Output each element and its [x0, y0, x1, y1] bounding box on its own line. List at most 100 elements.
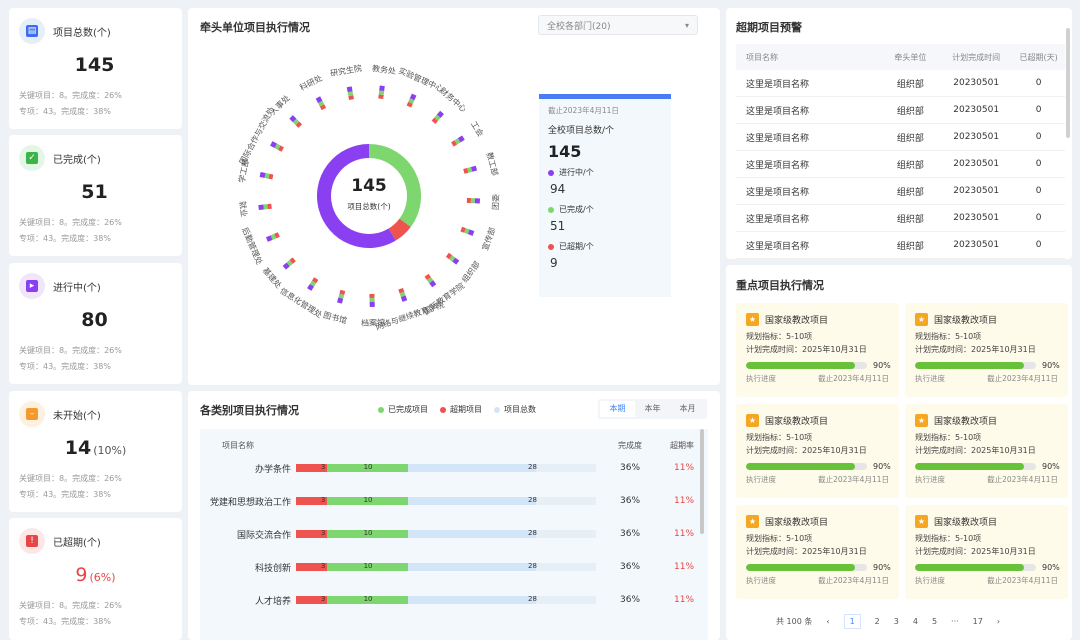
clipboard-icon-glyph: ▤: [26, 25, 38, 37]
tab-period[interactable]: 本期: [600, 401, 635, 417]
pagination-page[interactable]: 5: [932, 617, 937, 626]
stat-header: ▸ 进行中(个): [19, 273, 172, 299]
legend-dot: [494, 406, 500, 413]
progress-bar: 90%: [915, 462, 1060, 471]
in-progress-icon: ▸: [19, 273, 45, 299]
category-rate: 36%: [620, 595, 641, 605]
table-cell: 这里是项目名称: [746, 160, 810, 171]
dept-bar-segment: [346, 86, 353, 93]
bar-overdue-label: 3: [320, 595, 326, 603]
progress-track: [746, 362, 867, 369]
legend-label: 超期项目: [450, 405, 482, 414]
table-row[interactable]: 这里是项目名称 组织部 20230501 0: [736, 151, 1065, 178]
stat-special-line: 专项：43。完成度：38%: [19, 490, 111, 499]
stat-card: ✓ 已完成(个) 51 关键项目：8。完成度：26% 专项：43。完成度：38%: [9, 135, 182, 256]
pagination-page[interactable]: 1: [843, 614, 861, 629]
key-project-card[interactable]: ★ 国家级教改项目 规划指标：5-10项 计划完成时间：2025年10月31日 90% 执…: [905, 303, 1068, 397]
category-rate: 36%: [620, 496, 641, 506]
dept-bar-segment: [315, 96, 323, 104]
key-project-card[interactable]: ★ 国家级教改项目 规划指标：5-10项 计划完成时间：2025年10月31日 90% 执…: [736, 505, 899, 599]
table-row[interactable]: 这里是项目名称 组织部 20230501 0: [736, 97, 1065, 124]
legend-label: 项目总数: [504, 405, 536, 414]
pagination-page[interactable]: 3: [894, 617, 899, 626]
table-header: 项目名称 牵头单位 计划完成时间 已超期(天): [736, 44, 1065, 70]
scrollbar[interactable]: [700, 429, 704, 534]
key-project-card[interactable]: ★ 国家级教改项目 规划指标：5-10项 计划完成时间：2025年10月31日 90% 执…: [736, 404, 899, 498]
progress-fill: [746, 362, 855, 369]
overdue-icon: !: [19, 528, 45, 554]
donut-center-value: 145: [351, 176, 387, 196]
stat-number: 14: [64, 437, 92, 459]
chevron-left-icon[interactable]: ‹: [826, 617, 829, 626]
table-row[interactable]: 这里是项目名称 组织部 20230501 0: [736, 205, 1065, 232]
donut-segment: [388, 218, 411, 241]
table-header-cell: 牵头单位: [894, 52, 927, 62]
legend-item: 进行中/个 94: [548, 167, 662, 196]
legend-label: 已完成项目: [388, 405, 428, 414]
clipboard-icon: ▤: [19, 18, 45, 44]
stat-special-line: 专项：43。完成度：38%: [19, 107, 111, 116]
stat-key-line: 关键项目：8。完成度：26%: [19, 218, 122, 227]
key-project-deadline: 计划完成时间：2025年10月31日: [746, 547, 867, 556]
stat-number: 9: [75, 564, 88, 586]
table-row[interactable]: 这里是项目名称 组织部 20230501 0: [736, 178, 1065, 205]
dept-bar-segment: [424, 273, 431, 281]
category-overdue-rate: 11%: [674, 562, 695, 572]
bar-done-label: 10: [363, 595, 373, 603]
pagination-page[interactable]: ···: [951, 617, 959, 626]
key-project-title: ★ 国家级教改项目: [746, 310, 889, 328]
scrollbar[interactable]: [1066, 28, 1070, 138]
tab-period[interactable]: 本月: [670, 401, 705, 417]
progress-value: 90%: [873, 462, 891, 471]
key-project-card[interactable]: ★ 国家级教改项目 规划指标：5-10项 计划完成时间：2025年10月31日 90% 执…: [905, 505, 1068, 599]
table-row[interactable]: 这里是项目名称 组织部 20230501 0: [736, 124, 1065, 151]
tab-period[interactable]: 本年: [635, 401, 670, 417]
dept-bar-segment: [282, 262, 290, 270]
dept-bar-segment: [436, 110, 444, 118]
legend-date: 截止2023年4月11日: [548, 106, 619, 115]
stat-number: 145: [74, 54, 115, 76]
summary-legend: 截止2023年4月11日 全校项目总数/个 145 进行中/个 94 已完成/个 51…: [539, 94, 671, 297]
stat-key-line: 关键项目：8。完成度：26%: [19, 91, 122, 100]
table-cell: 0: [1035, 213, 1042, 223]
pagination-page[interactable]: 17: [973, 617, 983, 626]
dept-bar-segment: [379, 85, 385, 92]
dept-execution-panel: 牵头单位项目执行情况 全校各部门(20) ▾ 教务处 实验管理中心 财务中心 工会 教工…: [188, 8, 720, 385]
key-project-name: 国家级教改项目: [765, 517, 829, 528]
table-row[interactable]: 这里是项目名称 组织部 20230501 0: [736, 232, 1065, 259]
progress-date: 截止2023年4月11日: [818, 576, 889, 585]
table-header-cell: 项目名称: [746, 52, 778, 62]
category-bar: 3 10 28: [296, 562, 596, 571]
key-project-card[interactable]: ★ 国家级教改项目 规划指标：5-10项 计划完成时间：2025年10月31日 90% 执…: [905, 404, 1068, 498]
bar-total-label: 28: [528, 529, 537, 537]
progress-fill: [915, 463, 1024, 470]
bookmark-icon: ★: [915, 413, 928, 427]
col-over-header: 超期率: [670, 441, 694, 450]
progress-track: [746, 463, 867, 470]
key-project-footer: 执行进度 截止2023年4月11日: [915, 474, 1058, 485]
bar-total-label: 28: [528, 496, 537, 504]
table-cell: 组织部: [896, 241, 924, 252]
chevron-right-icon[interactable]: ›: [997, 617, 1000, 626]
key-project-card[interactable]: ★ 国家级教改项目 规划指标：5-10项 计划完成时间：2025年10月31日 90% 执…: [736, 303, 899, 397]
key-project-name: 国家级教改项目: [934, 517, 998, 528]
table-row[interactable]: 这里是项目名称 组织部 20230501 0: [736, 70, 1065, 97]
bookmark-icon: ★: [746, 312, 759, 326]
stat-header: – 未开始(个): [19, 401, 172, 427]
key-project-title: ★ 国家级教改项目: [746, 411, 889, 429]
progress-bar: 90%: [746, 563, 891, 572]
stat-value: 145: [19, 54, 172, 78]
progress-track: [915, 362, 1036, 369]
pagination-page[interactable]: 2: [875, 617, 880, 626]
progress-value: 90%: [873, 361, 891, 370]
category-rate: 36%: [620, 562, 641, 572]
stat-card: – 未开始(个) 14 (10%) 关键项目：8。完成度：26% 专项：43。完成度：38…: [9, 391, 182, 512]
table-cell: 组织部: [896, 133, 924, 144]
dept-bar-segment: [309, 280, 317, 287]
pagination-page[interactable]: 4: [913, 617, 918, 626]
bar-done-label: 10: [363, 529, 373, 537]
dept-bar-segment: [426, 277, 434, 284]
progress-fill: [746, 564, 855, 571]
dept-bar-segment: [470, 165, 478, 172]
category-overdue-rate: 11%: [674, 463, 695, 473]
